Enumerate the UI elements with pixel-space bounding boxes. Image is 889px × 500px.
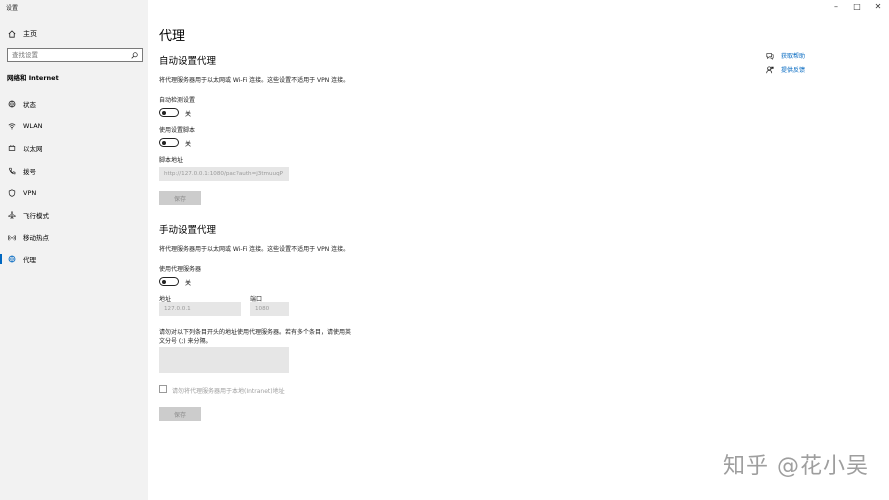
- airplane-icon: [7, 211, 16, 220]
- globe-status-icon: [7, 100, 16, 109]
- feedback-label: 提供反馈: [781, 67, 806, 74]
- sidebar-item-wlan[interactable]: WLAN: [0, 115, 148, 137]
- home-nav-item[interactable]: 主页: [7, 29, 37, 39]
- sidebar-item-label: WLAN: [23, 122, 43, 131]
- auto-proxy-description: 将代理服务器用于以太网或 Wi-Fi 连接。这些设置不适用于 VPN 连接。: [159, 77, 350, 84]
- section-header: 网络和 Internet: [7, 74, 59, 82]
- auto-detect-toggle[interactable]: [159, 108, 179, 117]
- ethernet-icon: [7, 144, 16, 153]
- use-proxy-label: 使用代理服务器: [159, 266, 202, 273]
- sidebar-item-ethernet[interactable]: 以太网: [0, 137, 148, 159]
- setup-script-toggle[interactable]: [159, 138, 179, 147]
- feedback-icon: [766, 65, 774, 73]
- auto-proxy-heading: 自动设置代理: [159, 56, 217, 67]
- local-address-checkbox-label: 请勿将代理服务器用于本地(Intranet)地址: [172, 388, 285, 395]
- settings-search-box[interactable]: [7, 48, 143, 62]
- auto-detect-label: 自动检测设置: [159, 97, 196, 104]
- sidebar-item-label: 拨号: [23, 167, 36, 176]
- proxy-port-field[interactable]: [250, 302, 289, 316]
- search-icon[interactable]: [131, 51, 138, 59]
- page-title: 代理: [159, 29, 186, 44]
- exceptions-textarea[interactable]: [159, 347, 289, 373]
- nav-list: 状态 WLAN 以太网 拨号 VPN 飞行模式 移动热点 代理: [0, 93, 148, 271]
- exceptions-description-line2: 文分号 (;) 来分隔。: [159, 338, 212, 345]
- sidebar: 设置 主页 网络和 Internet 状态 WLAN 以太网: [0, 0, 148, 500]
- maximize-button[interactable]: □: [852, 3, 862, 11]
- sidebar-item-hotspot[interactable]: 移动热点: [0, 226, 148, 248]
- manual-proxy-description: 将代理服务器用于以太网或 Wi-Fi 连接。这些设置不适用于 VPN 连接。: [159, 246, 350, 253]
- minimize-button[interactable]: –: [831, 3, 841, 11]
- sidebar-item-airplane[interactable]: 飞行模式: [0, 204, 148, 226]
- get-help-label: 获取帮助: [781, 53, 806, 60]
- exceptions-description-line1: 请勿对以下列条目开头的地址使用代理服务器。若有多个条目，请使用英: [159, 329, 352, 336]
- hotspot-icon: [7, 233, 16, 242]
- manual-proxy-heading: 手动设置代理: [159, 225, 217, 236]
- feedback-link[interactable]: 提供反馈: [766, 65, 805, 74]
- auto-save-button[interactable]: 保存: [159, 191, 201, 205]
- use-proxy-toggle[interactable]: [159, 277, 179, 286]
- globe-icon: [7, 255, 16, 264]
- sidebar-item-status[interactable]: 状态: [0, 93, 148, 115]
- home-icon: [7, 30, 16, 39]
- wifi-icon: [7, 122, 16, 131]
- home-label: 主页: [23, 30, 37, 38]
- local-address-checkbox[interactable]: [159, 385, 167, 393]
- sidebar-item-proxy[interactable]: 代理: [0, 248, 148, 270]
- setup-script-state: 关: [185, 141, 192, 148]
- setup-script-label: 使用设置脚本: [159, 127, 196, 134]
- sidebar-item-vpn[interactable]: VPN: [0, 182, 148, 204]
- script-address-field[interactable]: [159, 167, 289, 181]
- manual-save-button[interactable]: 保存: [159, 407, 201, 421]
- use-proxy-state: 关: [185, 280, 192, 287]
- window-title: 设置: [6, 5, 19, 12]
- sidebar-item-label: 状态: [23, 101, 36, 110]
- proxy-address-field[interactable]: [159, 302, 241, 316]
- sidebar-item-dialup[interactable]: 拨号: [0, 160, 148, 182]
- close-button[interactable]: ✕: [873, 3, 883, 11]
- get-help-link[interactable]: 获取帮助: [766, 51, 805, 60]
- sidebar-item-label: 移动热点: [23, 234, 49, 243]
- main-content: – □ ✕ 代理 自动设置代理 将代理服务器用于以太网或 Wi-Fi 连接。这些…: [148, 0, 889, 500]
- help-chat-icon: [766, 52, 774, 60]
- vpn-icon: [7, 188, 16, 197]
- search-input[interactable]: [12, 51, 131, 59]
- sidebar-item-label: VPN: [23, 188, 37, 197]
- script-address-label: 脚本地址: [159, 157, 184, 164]
- sidebar-item-label: 代理: [23, 256, 36, 265]
- auto-detect-state: 关: [185, 111, 192, 118]
- dialup-icon: [7, 166, 16, 175]
- watermark-text: 知乎 @花小吴: [723, 454, 869, 479]
- sidebar-item-label: 以太网: [23, 145, 43, 154]
- sidebar-item-label: 飞行模式: [23, 212, 49, 221]
